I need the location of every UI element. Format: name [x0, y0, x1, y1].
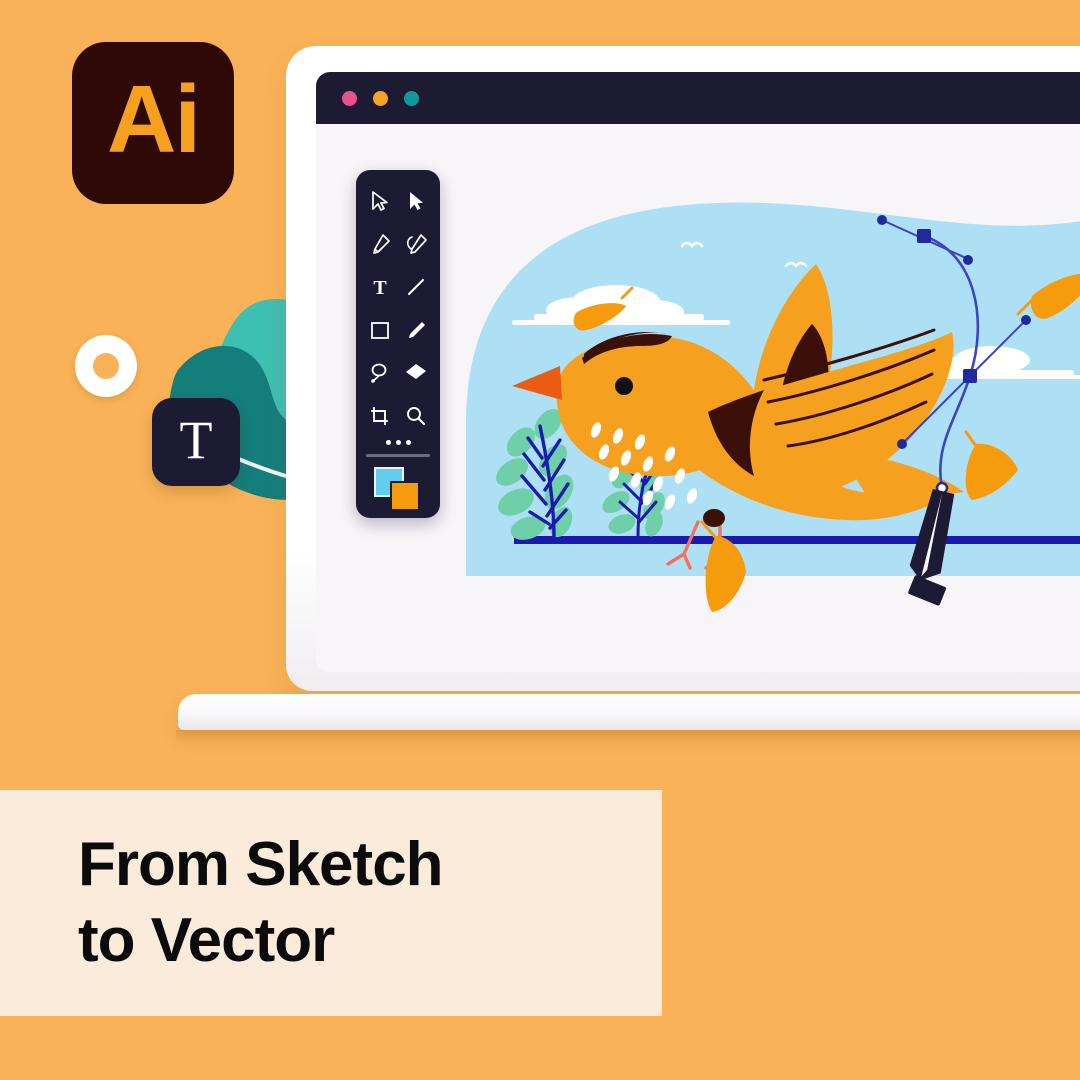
svg-text:T: T — [373, 277, 387, 298]
toolbar-grid: T — [356, 184, 440, 433]
stroke-color-swatch[interactable] — [390, 481, 420, 511]
type-tool-icon[interactable]: T — [362, 270, 398, 304]
laptop-mockup: T — [176, 46, 1080, 746]
eraser-tool-icon[interactable] — [398, 356, 434, 390]
rectangle-tool-icon[interactable] — [362, 313, 398, 347]
overflow-dot-2 — [395, 440, 401, 445]
overflow-dot-1 — [385, 440, 391, 445]
caption-panel: From Sketch to Vector — [0, 790, 662, 1016]
lasso-tool-icon[interactable] — [362, 356, 398, 390]
caption-line-2: to Vector — [78, 906, 335, 975]
fill-stroke-swatches[interactable] — [356, 463, 440, 515]
selection-tool-icon[interactable] — [362, 184, 398, 218]
overflow-dot-3 — [405, 440, 411, 445]
toolbar-divider — [366, 454, 430, 457]
decorative-ring-icon — [75, 335, 137, 397]
bird-leg-joint — [703, 509, 725, 527]
zoom-tool-icon[interactable] — [398, 399, 434, 433]
caption-line-1: From Sketch — [78, 830, 444, 900]
artboard-tool-icon[interactable] — [362, 399, 398, 433]
laptop-base — [178, 694, 1080, 730]
curvature-tool-icon[interactable] — [398, 227, 434, 261]
type-tool-badge[interactable]: T — [152, 398, 240, 486]
laptop-bezel: T — [286, 46, 1080, 691]
illustrator-toolbar[interactable]: T — [356, 170, 440, 518]
bird-eye — [615, 377, 633, 395]
maximize-dot-icon[interactable] — [404, 90, 419, 106]
pen-tool-icon[interactable] — [362, 227, 398, 261]
type-tool-badge-label: T — [179, 410, 213, 470]
adobe-illustrator-logo: Ai — [72, 42, 234, 204]
laptop-screen: T — [316, 72, 1080, 672]
ground-line — [514, 536, 1080, 544]
toolbar-overflow-button[interactable] — [356, 440, 440, 445]
close-dot-icon[interactable] — [342, 90, 357, 106]
direct-selection-tool-icon[interactable] — [398, 184, 434, 218]
line-segment-tool-icon[interactable] — [398, 270, 434, 304]
window-titlebar — [316, 72, 1080, 124]
minimize-dot-icon[interactable] — [373, 90, 388, 106]
ai-logo-label: Ai — [107, 66, 201, 173]
paintbrush-tool-icon[interactable] — [398, 313, 434, 347]
laptop-base-shadow — [176, 730, 1080, 742]
poster-canvas: Ai T T From Sketch to Vector — [0, 0, 1080, 1080]
